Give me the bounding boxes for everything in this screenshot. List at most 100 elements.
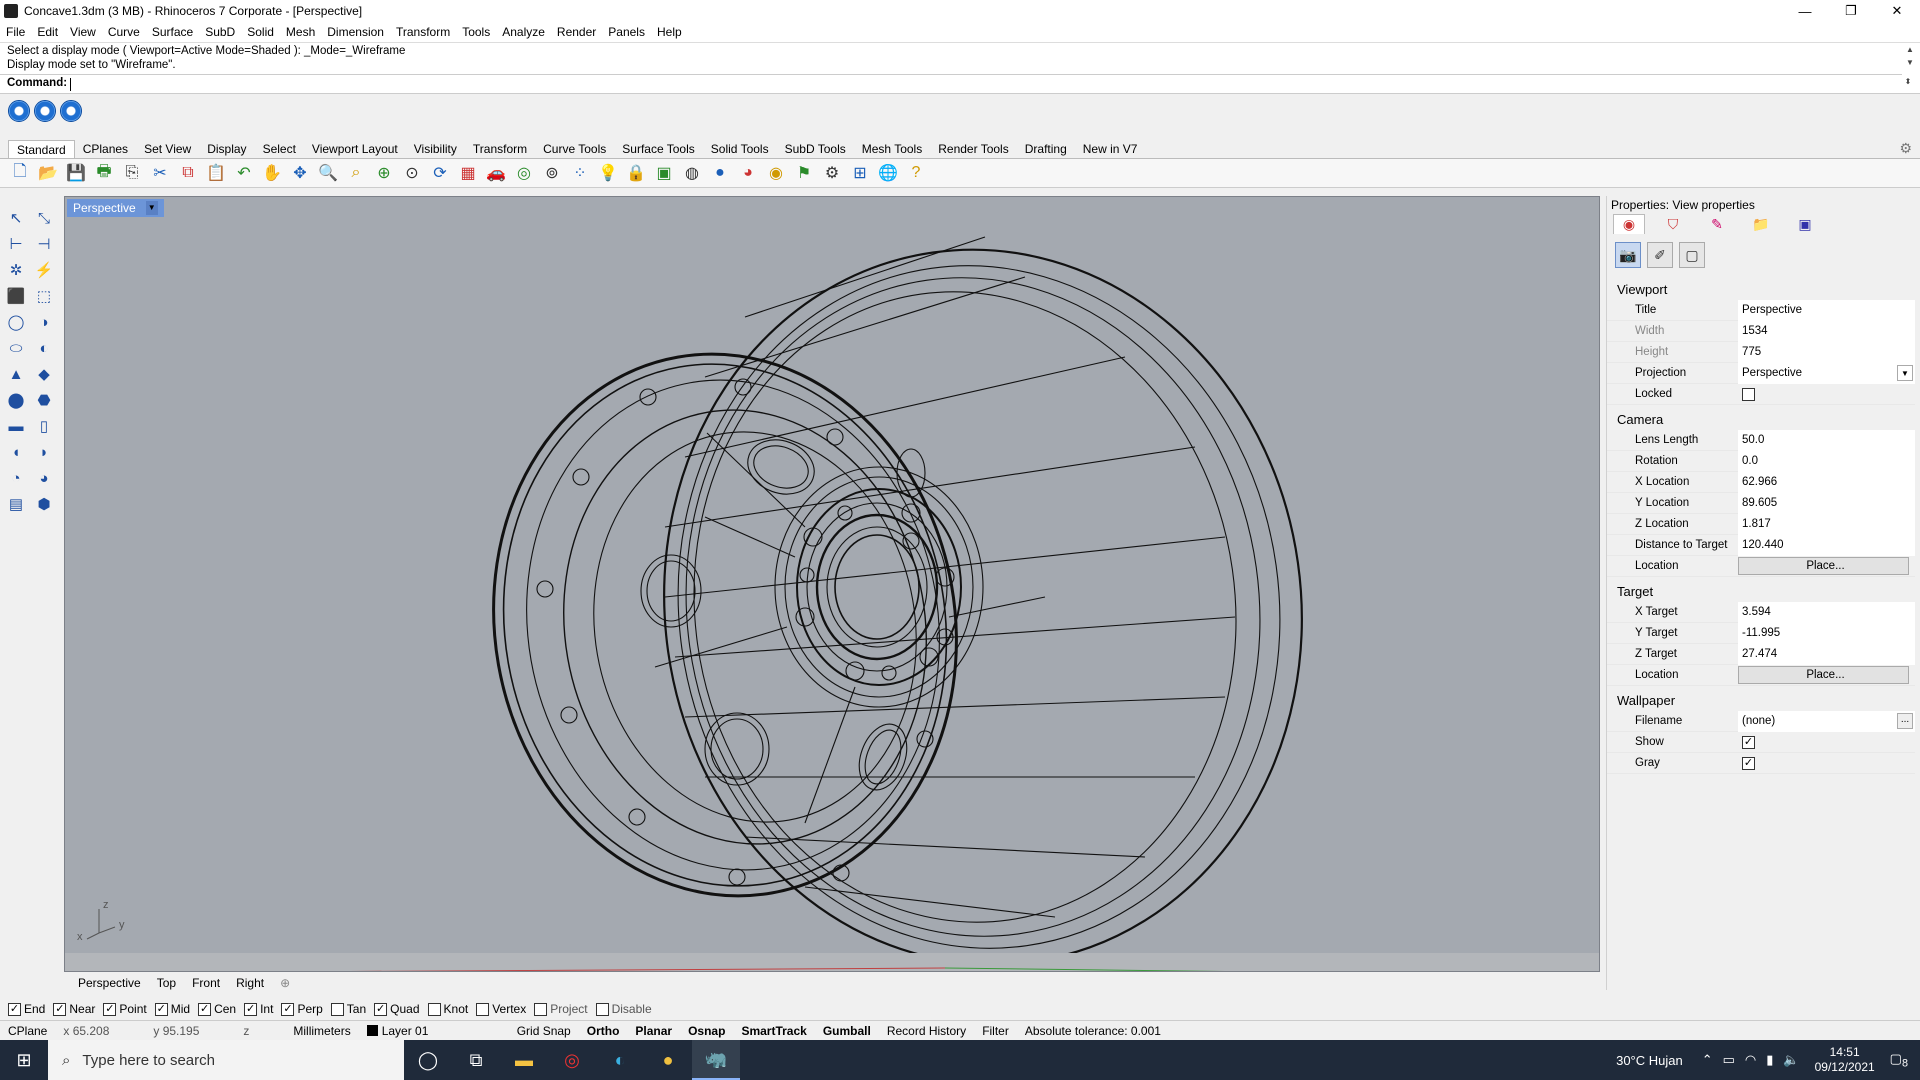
freeform-icon[interactable]: ⚡ [32,258,56,282]
tab-select[interactable]: Select [255,140,304,158]
panel-tab-display-icon[interactable]: ✎ [1701,214,1733,234]
torus-edit-icon[interactable]: ◗ [32,440,56,464]
z-target-field[interactable]: 27.474 [1738,643,1915,665]
show-checkbox[interactable]: ✓ [1742,735,1755,749]
osnap-project[interactable]: Project [534,1002,588,1016]
edge-icon[interactable]: ◐ [596,1040,644,1080]
menu-dimension[interactable]: Dimension [321,25,390,39]
osnap-vertex[interactable]: Vertex [476,1002,526,1016]
osnap-toggle[interactable]: Osnap [680,1024,733,1038]
planar-toggle[interactable]: Planar [627,1024,680,1038]
rotation-field[interactable]: 0.0 [1738,450,1915,472]
view-camera-icon[interactable]: 📷 [1615,242,1641,268]
tab-mesh-tools[interactable]: Mesh Tools [854,140,930,158]
lens-length-field[interactable]: 50.0 [1738,429,1915,451]
units-status[interactable]: Millimeters [285,1024,358,1038]
clock[interactable]: 14:51 09/12/2021 [1815,1045,1875,1075]
surface-icon[interactable]: ▤ [4,492,28,516]
new-icon[interactable]: 🗋 [8,161,32,185]
pipe-icon[interactable]: ▯ [32,414,56,438]
tab-new-in-v7[interactable]: New in V7 [1075,140,1146,158]
gray-checkbox[interactable]: ✓ [1742,756,1755,770]
command-spin-icon[interactable]: ⬍ [1902,77,1914,86]
network-icon[interactable]: ▭ [1723,1052,1735,1068]
menu-edit[interactable]: Edit [31,25,64,39]
target-place-button[interactable]: Place... [1738,666,1909,684]
four-viewports-icon[interactable]: ▦ [456,161,480,185]
menu-solid[interactable]: Solid [241,25,280,39]
grid-snap-toggle[interactable]: Grid Snap [509,1024,579,1038]
osnap-point[interactable]: ✓ Point [103,1002,147,1016]
y-location-field[interactable]: 89.605 [1738,492,1915,514]
ortho-toggle[interactable]: Ortho [579,1024,628,1038]
color-wheel-icon[interactable]: ◍ [680,161,704,185]
distance-to-target-field[interactable]: 120.440 [1738,534,1915,556]
point-icon[interactable]: ⤡ [32,206,56,230]
zoom-window-icon[interactable]: ⌕ [344,161,368,185]
cplane-status[interactable]: CPlane [0,1024,55,1038]
smarttrack-toggle[interactable]: SmartTrack [733,1024,814,1038]
ellipsoid-edit-icon[interactable]: ◐ [32,336,56,360]
menu-transform[interactable]: Transform [390,25,456,39]
select-points-icon[interactable]: ⁘ [568,161,592,185]
line-icon[interactable]: ⊢ [4,232,28,256]
osnap-int[interactable]: ✓ Int [244,1002,273,1016]
print-icon[interactable]: 🖶 [92,161,116,185]
windows-start-icon[interactable]: ⊞ [0,1040,48,1080]
osnap-checkbox[interactable] [330,1002,344,1016]
materials-icon[interactable]: ▣ [652,161,676,185]
close-button[interactable]: ✕ [1874,0,1920,22]
save-icon[interactable]: 💾 [64,161,88,185]
menu-mesh[interactable]: Mesh [280,25,321,39]
cplane-icon[interactable]: ⊚ [540,161,564,185]
menu-curve[interactable]: Curve [102,25,146,39]
view-frame-icon[interactable]: ▢ [1679,242,1705,268]
panel-tab-help-icon[interactable]: ▣ [1789,214,1821,234]
osnap-perp[interactable]: ✓ Perp [281,1002,323,1016]
tube-icon[interactable]: ▬ [4,414,28,438]
menu-subd[interactable]: SubD [199,25,241,39]
viewport-tab-top[interactable]: Top [149,976,184,990]
box-edit-icon[interactable]: ⬚ [32,284,56,308]
tab-surface-tools[interactable]: Surface Tools [614,140,703,158]
osnap-checkbox[interactable] [534,1002,548,1016]
menu-tools[interactable]: Tools [456,25,496,39]
weather-widget[interactable]: 30°C Hujan [1616,1053,1683,1068]
gear-settings-icon[interactable]: ⚙ [820,161,844,185]
menu-file[interactable]: File [0,25,31,39]
x-target-field[interactable]: 3.594 [1738,601,1915,623]
tab-cplanes[interactable]: CPlanes [75,140,136,158]
osnap-checkbox[interactable]: ✓ [281,1002,295,1016]
z-location-field[interactable]: 1.817 [1738,513,1915,535]
plugin-gear-icon[interactable] [34,100,56,122]
tab-viewport-layout[interactable]: Viewport Layout [304,140,406,158]
cylinder-edit-icon[interactable]: ⬣ [32,388,56,412]
rotate-view-icon[interactable]: ⟳ [428,161,452,185]
filter-toggle[interactable]: Filter [974,1024,1017,1038]
task-view-icon[interactable]: ⧉ [452,1040,500,1080]
view-tools-icon[interactable]: ✐ [1647,242,1673,268]
torus-icon[interactable]: ◖ [4,440,28,464]
undo-icon[interactable]: ↶ [232,161,256,185]
panel-tab-libraries-icon[interactable]: 📁 [1745,214,1777,234]
render-icon[interactable]: ◉ [764,161,788,185]
revolve-icon[interactable]: ◔ [4,466,28,490]
named-view-icon[interactable]: ◎ [512,161,536,185]
panel-tab-properties-icon[interactable]: ◉ [1613,214,1645,234]
osnap-mid[interactable]: ✓ Mid [154,1002,190,1016]
osnap-disable[interactable]: Disable [595,1002,652,1016]
title-field[interactable]: Perspective [1738,299,1915,321]
zoom-selected-icon[interactable]: ⊙ [400,161,424,185]
mesh-icon[interactable]: ⬢ [32,492,56,516]
tab-drafting[interactable]: Drafting [1017,140,1075,158]
extrude-icon[interactable]: ◕ [32,466,56,490]
wifi-icon[interactable]: ◠ [1745,1052,1756,1068]
menu-view[interactable]: View [64,25,102,39]
toolbar-settings-gear-icon[interactable]: ⚙ [1899,140,1912,157]
osnap-checkbox[interactable]: ✓ [8,1002,21,1016]
pan-hand-icon[interactable]: ✋ [260,161,284,185]
shaded-sphere-icon[interactable]: ● [708,161,732,185]
rhino-taskbar-icon[interactable]: 🦏 [692,1040,740,1080]
dimension-icon[interactable]: ⊞ [848,161,872,185]
import-icon[interactable]: ⎘ [120,161,144,185]
